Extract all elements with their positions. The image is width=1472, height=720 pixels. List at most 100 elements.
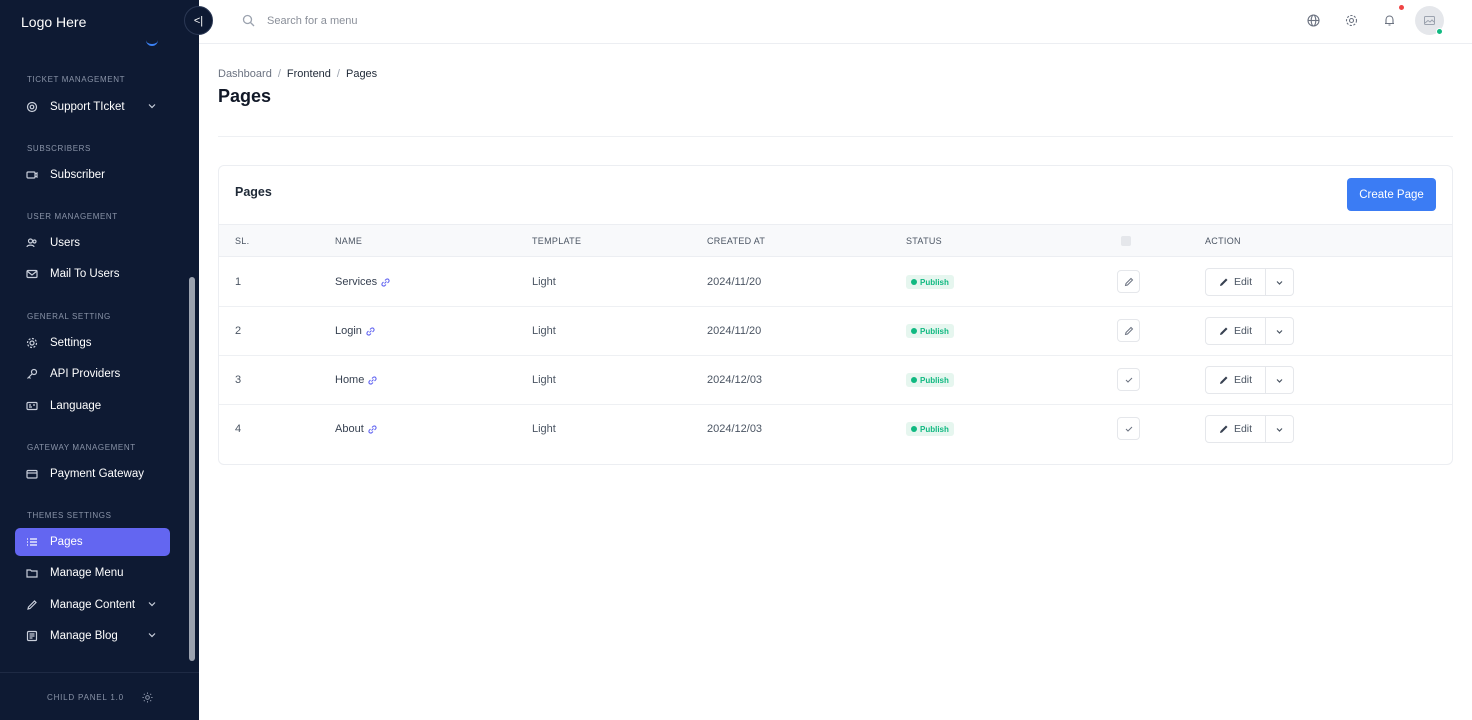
sidebar-item-manage-menu[interactable]: Manage Menu — [15, 559, 170, 587]
status-badge: Publish — [906, 422, 954, 436]
card-title: Pages — [235, 185, 272, 199]
page-name[interactable]: Services — [335, 276, 377, 288]
sidebar-header: Logo Here — [0, 0, 199, 44]
sidebar-item-settings[interactable]: Settings — [15, 329, 170, 357]
chevron-down-icon — [148, 633, 156, 638]
chevron-down-icon — [1276, 427, 1283, 432]
sidebar-item-label: Support TIcket — [50, 101, 125, 113]
sidebar-item-label: Language — [50, 400, 102, 412]
column-header-created-at: CREATED AT — [707, 236, 766, 246]
edit-button[interactable]: Edit — [1206, 416, 1266, 442]
sidebar-item-subscriber[interactable]: Subscriber — [15, 161, 170, 189]
link-icon[interactable] — [381, 277, 390, 287]
breadcrumb-pages: Pages — [345, 68, 378, 80]
search-input[interactable] — [267, 11, 567, 31]
page-name[interactable]: Home — [335, 374, 364, 386]
bell-icon[interactable] — [1383, 14, 1396, 27]
breadcrumb-dashboard[interactable]: Dashboard — [218, 68, 272, 80]
sidebar-item-mail-to-users[interactable]: Mail To Users — [15, 260, 170, 288]
row-check-toggle-button[interactable] — [1117, 368, 1140, 391]
blog-icon — [25, 629, 39, 643]
subscriber-icon — [25, 168, 39, 182]
sidebar-scrollbar[interactable] — [189, 277, 195, 661]
settings-sun-icon[interactable] — [142, 692, 153, 703]
pencil-icon — [1219, 278, 1228, 286]
edit-button-group: Edit — [1205, 268, 1294, 296]
pencil-icon — [1219, 425, 1228, 433]
column-header-name: NAME — [335, 236, 363, 246]
key-icon — [25, 367, 39, 381]
sidebar: Logo Here TICKET MANAGEMENT Support TIck… — [0, 0, 199, 720]
sidebar-item-api-providers[interactable]: API Providers — [15, 360, 170, 388]
status-badge: Publish — [906, 373, 954, 387]
sidebar-item-users[interactable]: Users — [15, 229, 170, 257]
cell-name[interactable]: Services — [335, 276, 390, 288]
cell-template: Light — [532, 276, 556, 288]
section-label-subscribers: SUBSCRIBERS — [27, 144, 91, 153]
page-title: Pages — [218, 86, 272, 106]
folder-icon — [25, 566, 39, 580]
column-header-toggle-icon — [1121, 236, 1131, 246]
sidebar-item-payment-gateway[interactable]: Payment Gateway — [15, 460, 170, 488]
row-edit-toggle-button[interactable] — [1117, 270, 1140, 293]
sidebar-collapse-button[interactable]: <| — [184, 6, 213, 35]
chevron-down-icon — [148, 602, 156, 607]
users-icon — [25, 236, 39, 250]
sidebar-item-language[interactable]: Language — [15, 392, 170, 420]
section-label-themes: THEMES SETTINGS — [27, 511, 112, 520]
cell-created-at: 2024/11/20 — [707, 276, 762, 288]
gear-icon[interactable] — [1345, 14, 1358, 27]
chevron-down-icon — [1276, 378, 1283, 383]
version-label: CHILD PANEL 1.0 — [47, 693, 124, 702]
search-icon — [242, 14, 255, 27]
cell-name[interactable]: About — [335, 423, 377, 435]
status-badge: Publish — [906, 324, 954, 338]
sidebar-item-manage-content[interactable]: Manage Content — [15, 591, 170, 619]
edit-button[interactable]: Edit — [1206, 367, 1266, 393]
edit-label: Edit — [1233, 325, 1253, 337]
edit-dropdown-toggle[interactable] — [1266, 269, 1293, 295]
online-status-dot — [1436, 28, 1443, 35]
cell-created-at: 2024/11/20 — [707, 325, 762, 337]
chevron-down-icon — [1276, 280, 1283, 285]
cell-name[interactable]: Home — [335, 374, 377, 386]
page-name[interactable]: Login — [335, 325, 362, 337]
edit-button[interactable]: Edit — [1206, 318, 1266, 344]
row-edit-toggle-button[interactable] — [1117, 319, 1140, 342]
breadcrumb-frontend[interactable]: Frontend — [287, 68, 331, 80]
sidebar-item-label: Users — [50, 237, 81, 249]
cell-sl: 4 — [235, 423, 242, 435]
notification-dot — [1399, 5, 1404, 10]
create-page-button[interactable]: Create Page — [1347, 178, 1436, 211]
pencil-icon — [1124, 326, 1133, 335]
link-icon[interactable] — [368, 375, 377, 385]
sidebar-item-label: Pages — [50, 536, 83, 548]
sidebar-item-label: Manage Menu — [50, 567, 124, 579]
edit-label: Edit — [1233, 276, 1253, 288]
sidebar-item-label: Settings — [50, 337, 92, 349]
edit-label: Edit — [1233, 423, 1253, 435]
cell-name[interactable]: Login — [335, 325, 375, 337]
row-check-toggle-button[interactable] — [1117, 417, 1140, 440]
image-icon — [1424, 16, 1435, 25]
list-icon — [25, 535, 39, 549]
cell-template: Light — [532, 423, 556, 435]
link-icon[interactable] — [368, 424, 377, 434]
column-header-action: ACTION — [1205, 236, 1241, 246]
cell-template: Light — [532, 374, 556, 386]
link-icon[interactable] — [366, 326, 375, 336]
edit-button-group: Edit — [1205, 415, 1294, 443]
breadcrumb-separator: / — [336, 68, 340, 80]
edit-dropdown-toggle[interactable] — [1266, 367, 1293, 393]
edit-dropdown-toggle[interactable] — [1266, 416, 1293, 442]
edit-dropdown-toggle[interactable] — [1266, 318, 1293, 344]
sidebar-item-label: Payment Gateway — [50, 468, 144, 480]
sidebar-item-pages[interactable]: Pages — [15, 528, 170, 556]
edit-button[interactable]: Edit — [1206, 269, 1266, 295]
sidebar-item-support-ticket[interactable]: Support TIcket — [15, 93, 170, 121]
globe-icon[interactable] — [1307, 14, 1320, 27]
page-name[interactable]: About — [335, 423, 364, 435]
section-label-general-setting: GENERAL SETTING — [27, 312, 111, 321]
sidebar-item-manage-blog[interactable]: Manage Blog — [15, 622, 170, 650]
table-header: SL. NAME TEMPLATE CREATED AT STATUS ACTI… — [219, 224, 1452, 257]
